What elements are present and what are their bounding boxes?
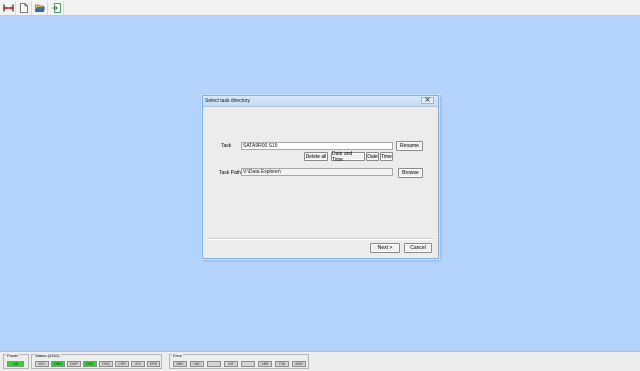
next-button[interactable]: Next > bbox=[370, 243, 400, 253]
error-indicator bbox=[207, 361, 221, 367]
error-indicator: UNC bbox=[190, 361, 204, 367]
open-folder-icon bbox=[35, 4, 45, 12]
new-document-icon bbox=[20, 2, 28, 13]
delete-all-button[interactable]: Delete all bbox=[304, 152, 328, 161]
rename-button[interactable]: Rename bbox=[396, 141, 423, 151]
indicator-label: DSC bbox=[86, 362, 94, 366]
exit-icon bbox=[52, 2, 61, 13]
error-indicator: T0N bbox=[275, 361, 289, 367]
task-input[interactable] bbox=[241, 142, 393, 150]
status-indicator: IDX bbox=[131, 361, 145, 367]
indicator-label: DRD bbox=[54, 362, 62, 366]
error-indicator: BBK bbox=[173, 361, 187, 367]
error-indicator bbox=[241, 361, 255, 367]
browse-button[interactable]: Browse bbox=[398, 168, 423, 178]
measure-width-icon bbox=[2, 4, 14, 12]
error-group: Error BBK UNC INF ABR T0N AMN bbox=[169, 353, 309, 369]
task-path-input[interactable] bbox=[241, 168, 393, 176]
error-indicator: AMN bbox=[292, 361, 306, 367]
status-indicator: DRD bbox=[51, 361, 65, 367]
status-bar: Power ON Status (ATA2) BSY DRD DWF DSC D… bbox=[0, 351, 640, 371]
power-indicator: ON bbox=[7, 361, 24, 367]
indicator-label: T0N bbox=[278, 362, 286, 366]
indicator-label: DWF bbox=[70, 362, 78, 366]
close-button[interactable] bbox=[421, 97, 434, 104]
indicator-label: BBK bbox=[176, 362, 184, 366]
indicator-label: UNC bbox=[193, 362, 201, 366]
status-indicator: BSY bbox=[35, 361, 49, 367]
power-group: Power ON bbox=[3, 353, 29, 369]
dialog-titlebar: Select task directory bbox=[203, 96, 438, 107]
close-icon bbox=[425, 97, 430, 104]
indicator-label: IDX bbox=[135, 362, 141, 366]
dialog-divider bbox=[208, 238, 433, 240]
power-group-title: Power bbox=[6, 353, 20, 358]
new-document-button[interactable] bbox=[17, 0, 32, 15]
status-group: Status (ATA2) BSY DRD DWF DSC DRQ CRR ID… bbox=[31, 353, 162, 369]
indicator-label: BSY bbox=[38, 362, 46, 366]
cancel-button[interactable]: Cancel bbox=[404, 243, 432, 253]
date-and-time-button[interactable]: Date and Time bbox=[331, 151, 365, 163]
task-label: Task bbox=[221, 143, 232, 149]
status-indicator: ERR bbox=[147, 361, 160, 367]
time-button[interactable]: Time bbox=[380, 152, 393, 161]
indicator-label: DRQ bbox=[102, 362, 110, 366]
open-folder-button[interactable] bbox=[33, 0, 48, 15]
indicator-label: ABR bbox=[261, 362, 269, 366]
indicator-label: CRR bbox=[118, 362, 126, 366]
status-indicator: DRQ bbox=[99, 361, 113, 367]
status-group-title: Status (ATA2) bbox=[34, 353, 61, 358]
dialog-title: Select task directory bbox=[205, 98, 251, 104]
indicator-label: ERR bbox=[149, 362, 158, 366]
indicator-label: ON bbox=[12, 362, 19, 366]
indicator-label: INF bbox=[228, 362, 234, 366]
measure-width-button[interactable] bbox=[1, 0, 16, 15]
toolbar bbox=[0, 0, 640, 16]
indicator-label: AMN bbox=[295, 362, 303, 366]
date-button[interactable]: Date bbox=[366, 152, 379, 161]
error-group-title: Error bbox=[172, 353, 183, 358]
status-indicator: CRR bbox=[115, 361, 129, 367]
status-indicator: DWF bbox=[67, 361, 81, 367]
task-path-label: Task Path bbox=[219, 170, 241, 176]
status-indicator: DSC bbox=[83, 361, 97, 367]
exit-button[interactable] bbox=[49, 0, 64, 15]
select-task-directory-dialog: Select task directory Task Rename Delete… bbox=[202, 95, 439, 259]
error-indicator: INF bbox=[224, 361, 238, 367]
error-indicator: ABR bbox=[258, 361, 272, 367]
